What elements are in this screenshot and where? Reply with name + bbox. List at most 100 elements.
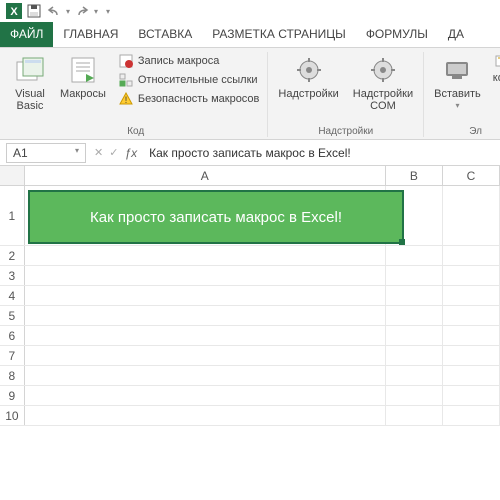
- formula-bar-buttons: ✕ ✓ ƒx: [94, 146, 137, 160]
- save-icon[interactable]: [26, 3, 42, 19]
- cell-A5[interactable]: [25, 306, 386, 325]
- visual-basic-icon: [14, 54, 46, 86]
- cell-A4[interactable]: [25, 286, 386, 305]
- redo-dropdown[interactable]: ▾: [94, 7, 98, 16]
- select-all-corner[interactable]: [0, 166, 25, 185]
- control-props-button[interactable]: кон: [491, 71, 500, 85]
- redo-icon[interactable]: [74, 3, 90, 19]
- cell-B4[interactable]: [386, 286, 443, 305]
- control-mode-button[interactable]: К: [491, 52, 500, 70]
- tab-home[interactable]: ГЛАВНАЯ: [53, 22, 128, 47]
- cell-B5[interactable]: [386, 306, 443, 325]
- cell-A9[interactable]: [25, 386, 386, 405]
- macro-security-label: Безопасность макросов: [138, 93, 260, 105]
- insert-control-label: Вставить: [434, 88, 481, 100]
- row-header-10[interactable]: 10: [0, 406, 25, 425]
- ribbon: Visual Basic Макросы Запись макроса: [0, 48, 500, 140]
- addins-com-label: Надстройки COM: [353, 88, 413, 112]
- tab-formulas[interactable]: ФОРМУЛЫ: [356, 22, 438, 47]
- record-macro-label: Запись макроса: [138, 55, 220, 67]
- row-header-1[interactable]: 1: [0, 186, 25, 245]
- svg-text:X: X: [10, 6, 18, 18]
- cell-C6[interactable]: [443, 326, 500, 345]
- cell-A8[interactable]: [25, 366, 386, 385]
- addins-com-icon: [367, 54, 399, 86]
- row-header-2[interactable]: 2: [0, 246, 25, 265]
- qat-customize[interactable]: ▾: [106, 7, 110, 16]
- cell-B8[interactable]: [386, 366, 443, 385]
- cell-A1-content[interactable]: Как просто записать макрос в Excel!: [28, 190, 404, 244]
- row-6: 6: [0, 326, 500, 346]
- grid-rows: 1 Как просто записать макрос в Excel! 2 …: [0, 186, 500, 426]
- cell-C9[interactable]: [443, 386, 500, 405]
- row-header-8[interactable]: 8: [0, 366, 25, 385]
- tab-data[interactable]: ДА: [438, 22, 474, 47]
- cell-C7[interactable]: [443, 346, 500, 365]
- visual-basic-button[interactable]: Visual Basic: [10, 52, 50, 114]
- cell-B7[interactable]: [386, 346, 443, 365]
- col-header-B[interactable]: B: [386, 166, 443, 185]
- ribbon-tabs: ФАЙЛ ГЛАВНАЯ ВСТАВКА РАЗМЕТКА СТРАНИЦЫ Ф…: [0, 22, 500, 48]
- record-macro-button[interactable]: Запись макроса: [116, 52, 262, 70]
- cell-B6[interactable]: [386, 326, 443, 345]
- undo-dropdown[interactable]: ▾: [66, 7, 70, 16]
- cancel-icon[interactable]: ✕: [94, 146, 103, 159]
- insert-control-button[interactable]: Вставить ▾: [430, 52, 485, 113]
- tab-insert[interactable]: ВСТАВКА: [128, 22, 202, 47]
- cell-C3[interactable]: [443, 266, 500, 285]
- row-header-3[interactable]: 3: [0, 266, 25, 285]
- name-box-dropdown-icon[interactable]: ▾: [75, 146, 79, 155]
- cell-A3[interactable]: [25, 266, 386, 285]
- fx-icon[interactable]: ƒx: [124, 146, 137, 160]
- addins-com-button[interactable]: Надстройки COM: [349, 52, 417, 114]
- macros-label: Макросы: [60, 88, 106, 100]
- relative-refs-label: Относительные ссылки: [138, 74, 258, 86]
- excel-icon: X: [6, 3, 22, 19]
- row-header-6[interactable]: 6: [0, 326, 25, 345]
- addins-icon: [293, 54, 325, 86]
- cell-C1[interactable]: [443, 186, 500, 245]
- tab-file[interactable]: ФАЙЛ: [0, 22, 53, 47]
- undo-icon[interactable]: [46, 3, 62, 19]
- group-code-label: Код: [10, 124, 261, 137]
- cell-A2[interactable]: [25, 246, 386, 265]
- cell-C5[interactable]: [443, 306, 500, 325]
- cell-C10[interactable]: [443, 406, 500, 425]
- col-header-C[interactable]: C: [443, 166, 500, 185]
- macros-icon: [67, 54, 99, 86]
- row-header-9[interactable]: 9: [0, 386, 25, 405]
- cell-C8[interactable]: [443, 366, 500, 385]
- cell-B3[interactable]: [386, 266, 443, 285]
- row-2: 2: [0, 246, 500, 266]
- row-header-5[interactable]: 5: [0, 306, 25, 325]
- row-8: 8: [0, 366, 500, 386]
- group-controls: Вставить ▾ К кон Эл: [424, 52, 500, 137]
- cell-B2[interactable]: [386, 246, 443, 265]
- macros-button[interactable]: Макросы: [56, 52, 110, 102]
- row-header-4[interactable]: 4: [0, 286, 25, 305]
- name-box[interactable]: A1 ▾: [6, 143, 86, 163]
- row-header-7[interactable]: 7: [0, 346, 25, 365]
- cell-C2[interactable]: [443, 246, 500, 265]
- control-mode-icon: [493, 53, 500, 69]
- cell-A6[interactable]: [25, 326, 386, 345]
- formula-bar-row: A1 ▾ ✕ ✓ ƒx Как просто записать макрос в…: [0, 140, 500, 166]
- formula-bar[interactable]: Как просто записать макрос в Excel!: [145, 146, 351, 160]
- cell-B9[interactable]: [386, 386, 443, 405]
- addins-button[interactable]: Надстройки: [274, 52, 342, 102]
- tab-layout[interactable]: РАЗМЕТКА СТРАНИЦЫ: [202, 22, 356, 47]
- row-5: 5: [0, 306, 500, 326]
- cell-A7[interactable]: [25, 346, 386, 365]
- cell-A10[interactable]: [25, 406, 386, 425]
- row-10: 10: [0, 406, 500, 426]
- relative-refs-button[interactable]: Относительные ссылки: [116, 71, 262, 89]
- cell-C4[interactable]: [443, 286, 500, 305]
- col-header-A[interactable]: A: [25, 166, 386, 185]
- macro-security-button[interactable]: ! Безопасность макросов: [116, 90, 262, 108]
- worksheet: A B C 1 Как просто записать макрос в Exc…: [0, 166, 500, 426]
- cell-B10[interactable]: [386, 406, 443, 425]
- name-box-value: A1: [13, 146, 28, 160]
- row-9: 9: [0, 386, 500, 406]
- control-props-label: кон: [493, 72, 500, 84]
- enter-icon[interactable]: ✓: [109, 146, 118, 159]
